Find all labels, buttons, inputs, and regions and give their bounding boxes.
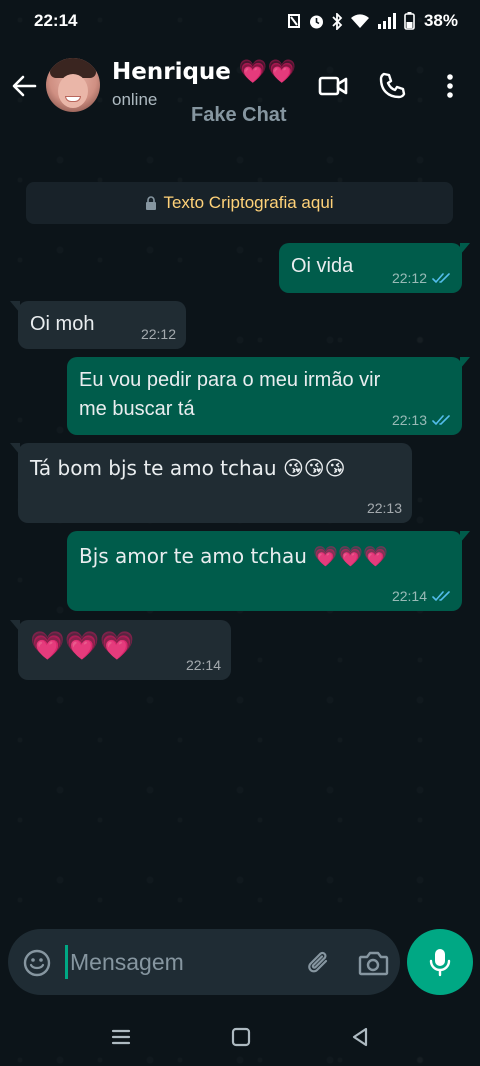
bubble-tail: [10, 443, 20, 455]
contact-name[interactable]: Henrique 💗💗: [112, 58, 296, 85]
message-meta: 22:12: [141, 326, 176, 342]
bluetooth-icon: [332, 12, 343, 30]
paperclip-icon[interactable]: [304, 947, 336, 979]
mic-icon: [429, 949, 451, 977]
read-ticks-icon: [432, 415, 450, 426]
message-meta: 22:13: [367, 500, 402, 516]
message-bubble-incoming[interactable]: Tá bom bjs te amo tchau 😘😘😘 22:13: [10, 443, 412, 523]
message-input[interactable]: [70, 943, 290, 981]
message-text-line-2: me buscar tá: [79, 398, 195, 420]
nfc-icon: [287, 14, 300, 28]
bubble-tail: [460, 243, 470, 255]
message-text: Bjs amor te amo tchau 💗💗💗: [79, 544, 388, 568]
message-meta: 22:13: [392, 412, 452, 428]
message-text: 💗💗💗: [30, 629, 135, 662]
system-nav-bar: [0, 1008, 480, 1066]
emoji-icon[interactable]: [22, 948, 52, 978]
bubble-tail: [460, 357, 470, 369]
signal-icon: [377, 13, 396, 29]
message-time: 22:14: [391, 588, 427, 604]
read-ticks-icon: [432, 273, 450, 284]
avatar[interactable]: [46, 58, 100, 112]
message-text: Oi moh: [30, 313, 95, 335]
message-time: 22:14: [185, 657, 221, 673]
phone-icon[interactable]: [376, 70, 408, 102]
more-vert-icon[interactable]: [436, 70, 464, 102]
text-cursor: [65, 945, 68, 979]
status-time: 22:14: [34, 11, 78, 30]
avatar-face: [58, 74, 88, 108]
video-call-icon[interactable]: [317, 70, 349, 102]
message-time: 22:13: [391, 412, 427, 428]
message-time: 22:13: [366, 500, 402, 516]
message-time: 22:12: [391, 270, 427, 286]
home-icon[interactable]: [228, 1024, 254, 1050]
message-bubble-incoming[interactable]: Oi moh 22:12: [10, 301, 186, 349]
status-icons: 38%: [287, 11, 458, 31]
bubble-tail: [10, 301, 20, 313]
message-meta: 22:12: [392, 270, 452, 286]
message-text-line-1: Eu vou pedir para o meu irmão vir: [79, 369, 381, 391]
contact-status: online: [112, 90, 158, 109]
app-label: Fake Chat: [191, 104, 287, 126]
nav-back-icon[interactable]: [347, 1024, 373, 1050]
chat-header: Henrique 💗💗 online Fake Chat: [0, 42, 480, 134]
encryption-notice[interactable]: Texto Criptografia aqui: [26, 182, 453, 224]
battery-icon: [404, 12, 415, 30]
lock-icon: [146, 196, 157, 210]
read-ticks-icon: [432, 591, 450, 602]
message-meta: 22:14: [186, 657, 221, 673]
message-text: Tá bom bjs te amo tchau 😘😘😘: [30, 456, 346, 480]
message-bubble-outgoing[interactable]: Bjs amor te amo tchau 💗💗💗 22:14: [67, 531, 470, 611]
wifi-icon: [350, 14, 369, 28]
message-text: Oi vida: [291, 255, 354, 277]
message-time: 22:12: [140, 326, 176, 342]
bubble-tail: [10, 620, 20, 632]
message-meta: 22:14: [392, 588, 452, 604]
encryption-text: Texto Criptografia aqui: [163, 193, 334, 212]
alarm-icon: [309, 15, 323, 28]
bubble-tail: [460, 531, 470, 543]
camera-icon[interactable]: [356, 947, 390, 979]
status-bar: 22:14 38%: [0, 0, 480, 42]
message-bubble-outgoing[interactable]: Eu vou pedir para o meu irmão vir me bus…: [67, 357, 470, 435]
message-bubble-outgoing[interactable]: Oi vida 22:12: [279, 243, 470, 293]
message-input-bar: [8, 929, 400, 995]
recents-icon[interactable]: [108, 1024, 134, 1050]
message-bubble-incoming[interactable]: 💗💗💗 22:14: [10, 620, 231, 680]
mic-button[interactable]: [407, 929, 473, 995]
battery-percent: 38%: [423, 11, 458, 30]
back-arrow-icon[interactable]: [10, 72, 38, 100]
